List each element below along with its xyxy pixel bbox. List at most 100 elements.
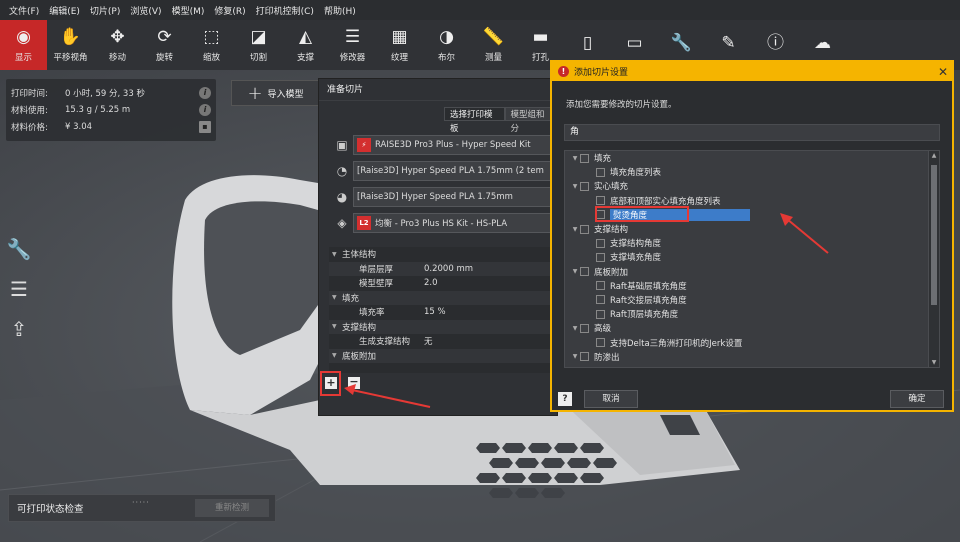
tool-button[interactable]: ✋ 平移视角 <box>47 20 94 70</box>
settings-group[interactable]: ▼ 主体结构 <box>329 247 559 262</box>
tool-button[interactable]: ⟳ 旋转 <box>141 20 188 70</box>
scrollbar[interactable]: ▲ ▼ <box>928 151 939 367</box>
tab-select-template[interactable]: 选择打印模板 <box>444 107 505 134</box>
chevron-down-icon[interactable]: ▼ <box>332 352 342 359</box>
checkbox[interactable] <box>580 323 589 333</box>
tool-button[interactable]: ⬚ 缩放 <box>188 20 235 70</box>
settings-item[interactable]: 生成支撑结构 无 <box>329 334 559 349</box>
tool-13-icon: ▯ <box>582 33 593 53</box>
checkbox[interactable] <box>596 295 605 305</box>
tree-category[interactable]: ▼ 高级 <box>565 321 939 335</box>
checkbox[interactable] <box>596 252 605 262</box>
chevron-down-icon[interactable]: ▼ <box>332 251 342 258</box>
settings-item[interactable]: 单层层厚 0.2000 mm <box>329 261 559 276</box>
save-icon[interactable]: ▪ <box>199 120 211 133</box>
checkbox[interactable] <box>596 238 605 248</box>
tree-category[interactable]: ▼ 防渗出 <box>565 350 939 364</box>
menu-item[interactable]: 打印机控制(C) <box>251 4 319 17</box>
tool-button[interactable]: ◑ 布尔 <box>423 20 470 70</box>
tree-setting[interactable]: 填充角度列表 <box>565 165 939 179</box>
recheck-button[interactable]: 重新检测 <box>195 499 269 517</box>
tool-label: 纹理 <box>390 53 408 63</box>
checkbox[interactable] <box>580 224 589 234</box>
checkbox[interactable] <box>580 267 589 277</box>
menu-item[interactable]: 模型(M) <box>167 4 210 17</box>
tool-button[interactable]: ◉ 显示 <box>0 20 47 70</box>
tree-setting[interactable]: 支撑结构角度 <box>565 236 939 250</box>
ok-button[interactable]: 确定 <box>890 390 944 408</box>
wrench-icon[interactable]: 🔧 <box>6 236 32 262</box>
menu-item[interactable]: 浏览(V) <box>125 4 166 17</box>
chevron-down-icon[interactable]: ▼ <box>570 268 580 275</box>
cut-icon: ◪ <box>250 27 267 47</box>
cancel-button[interactable]: 取消 <box>584 390 638 408</box>
chevron-down-icon[interactable]: ▼ <box>570 183 580 190</box>
settings-group[interactable]: ▼ 填充 <box>329 290 559 305</box>
settings-group[interactable]: ▼ 底板附加 <box>329 348 559 363</box>
scroll-thumb[interactable] <box>931 165 937 305</box>
tree-setting[interactable]: 支撑填充角度 <box>565 250 939 264</box>
search-input[interactable]: 角 <box>564 124 940 141</box>
list-icon[interactable]: ☰ <box>6 276 32 302</box>
tree-setting[interactable]: 支持Delta三角洲打印机的Jerk设置 <box>565 335 939 349</box>
chevron-down-icon[interactable]: ▼ <box>570 155 580 162</box>
tree-setting[interactable]: Raft基础层填充角度 <box>565 279 939 293</box>
checkbox[interactable] <box>580 352 589 362</box>
chevron-down-icon[interactable]: ▼ <box>570 325 580 332</box>
tool-button[interactable]: ☰ 修改器 <box>329 20 376 70</box>
remove-setting-button[interactable]: − <box>348 376 360 389</box>
checkbox[interactable] <box>580 153 589 163</box>
menu-item[interactable]: 帮助(H) <box>319 4 361 17</box>
tree-setting[interactable]: Raft顶层填充角度 <box>565 307 939 321</box>
tool-button[interactable]: ▦ 纹理 <box>376 20 423 70</box>
eye-icon: ◉ <box>16 27 31 47</box>
tool-button[interactable]: ◪ 切割 <box>235 20 282 70</box>
checkbox[interactable] <box>596 338 605 348</box>
tool-15-icon: 🔧 <box>670 33 693 53</box>
material-usage-value: 15.3 g / 5.25 m <box>65 104 131 115</box>
settings-item[interactable]: 模型壁厚 2.0 <box>329 276 559 291</box>
tree-label: 防渗出 <box>594 352 620 363</box>
setting-value[interactable]: 0.2000 mm <box>424 264 559 274</box>
tool-button[interactable]: 📏 测量 <box>470 20 517 70</box>
printer-select[interactable]: ⚡ RAISE3D Pro3 Plus - Hyper Speed Kit <box>353 135 559 155</box>
import-model-button[interactable]: + 导入模型 <box>231 80 320 106</box>
menu-item[interactable]: 切片(P) <box>85 4 125 17</box>
menu-item[interactable]: 文件(F) <box>4 4 44 17</box>
info-icon[interactable]: i <box>199 103 211 116</box>
tree-category[interactable]: ▼ 支撑结构 <box>565 222 939 236</box>
checkbox[interactable] <box>596 167 605 177</box>
left-filament-select[interactable]: [Raise3D] Hyper Speed PLA 1.75mm (2 tem <box>353 161 559 181</box>
setting-value[interactable]: 无 <box>424 335 559 347</box>
scroll-up-icon[interactable]: ▲ <box>929 152 939 159</box>
settings-item[interactable]: 填充率 15 % <box>329 305 559 320</box>
tree-category[interactable]: ▼ 底板附加 <box>565 265 939 279</box>
settings-group[interactable]: ▼ 支撑结构 <box>329 319 559 334</box>
close-icon[interactable]: ✕ <box>934 65 952 79</box>
tool-button[interactable]: ◭ 支撑 <box>282 20 329 70</box>
info-icon[interactable]: i <box>199 86 211 99</box>
menu-item[interactable]: 修复(R) <box>209 4 250 17</box>
checkbox[interactable] <box>596 196 605 206</box>
scroll-down-icon[interactable]: ▼ <box>929 359 939 366</box>
tree-category[interactable]: ▼ 实心填充 <box>565 179 939 193</box>
printer-icon: ▣ <box>336 138 348 152</box>
chevron-down-icon[interactable]: ▼ <box>570 226 580 233</box>
checkbox[interactable] <box>580 181 589 191</box>
tool-button[interactable]: ✥ 移动 <box>94 20 141 70</box>
help-button[interactable]: ? <box>558 392 572 406</box>
chevron-down-icon[interactable]: ▼ <box>570 353 580 360</box>
setting-value[interactable]: 15 % <box>424 307 559 317</box>
drag-handle-icon[interactable]: ····· <box>132 498 150 507</box>
checkbox[interactable] <box>596 281 605 291</box>
profile-select[interactable]: L2 均衡 - Pro3 Plus HS Kit - HS-PLA <box>353 213 559 233</box>
upload-icon[interactable]: ⇪ <box>6 316 32 342</box>
tree-setting[interactable]: Raft交接层填充角度 <box>565 293 939 307</box>
chevron-down-icon[interactable]: ▼ <box>332 294 342 301</box>
setting-value[interactable]: 2.0 <box>424 278 559 288</box>
tree-category[interactable]: ▼ 填充 <box>565 151 939 165</box>
right-filament-select[interactable]: [Raise3D] Hyper Speed PLA 1.75mm <box>353 187 559 207</box>
menu-item[interactable]: 编辑(E) <box>44 4 85 17</box>
checkbox[interactable] <box>596 309 605 319</box>
chevron-down-icon[interactable]: ▼ <box>332 323 342 330</box>
